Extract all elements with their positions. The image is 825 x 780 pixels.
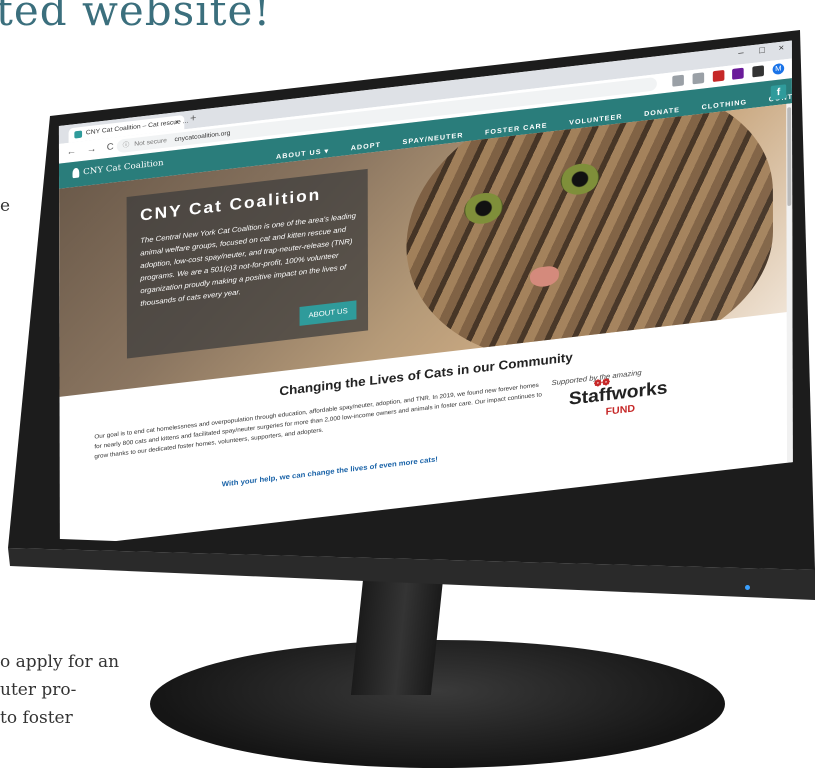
monitor: CNY Cat Coalition – Cat rescue ... × + –… <box>0 0 825 780</box>
extension-icon[interactable] <box>732 67 745 80</box>
cat-logo-icon <box>72 167 80 179</box>
profile-avatar[interactable]: M <box>772 62 785 76</box>
screen-area: CNY Cat Coalition – Cat rescue ... × + –… <box>34 36 799 566</box>
facebook-icon[interactable]: f <box>770 84 787 101</box>
paw-prints-icon: ❁❁ <box>593 377 611 390</box>
star-icon[interactable] <box>692 72 705 85</box>
url-text: cnycatcoalition.org <box>174 130 231 144</box>
maximize-button[interactable]: □ <box>759 45 765 56</box>
info-icon: ⓘ <box>122 142 130 150</box>
cast-icon[interactable] <box>672 74 684 87</box>
nav-adopt[interactable]: ADOPT <box>351 140 381 152</box>
puzzle-icon[interactable] <box>752 65 765 78</box>
browser-window: CNY Cat Coalition – Cat rescue ... × + –… <box>58 40 793 548</box>
sponsor-fund: FUND <box>605 403 636 418</box>
site-logo[interactable]: CNY Cat Coalition <box>72 158 164 179</box>
extension-icon[interactable] <box>712 69 725 83</box>
power-led <box>745 585 750 590</box>
hero-text: The Central New York Cat Coalition is on… <box>140 211 356 308</box>
close-window-button[interactable]: × <box>778 43 784 54</box>
about-us-button[interactable]: ABOUT US <box>299 300 357 326</box>
new-tab-button[interactable]: + <box>190 113 196 124</box>
not-secure-label: Not secure <box>134 137 167 148</box>
scrollbar-thumb[interactable] <box>787 106 792 207</box>
hero-overlay: CNY Cat Coalition The Central New York C… <box>126 168 369 359</box>
logo-text: CNY Cat Coalition <box>83 158 164 178</box>
minimize-button[interactable]: – <box>738 48 743 58</box>
tab-close-icon[interactable]: × <box>175 116 179 131</box>
favicon-icon <box>74 130 83 139</box>
